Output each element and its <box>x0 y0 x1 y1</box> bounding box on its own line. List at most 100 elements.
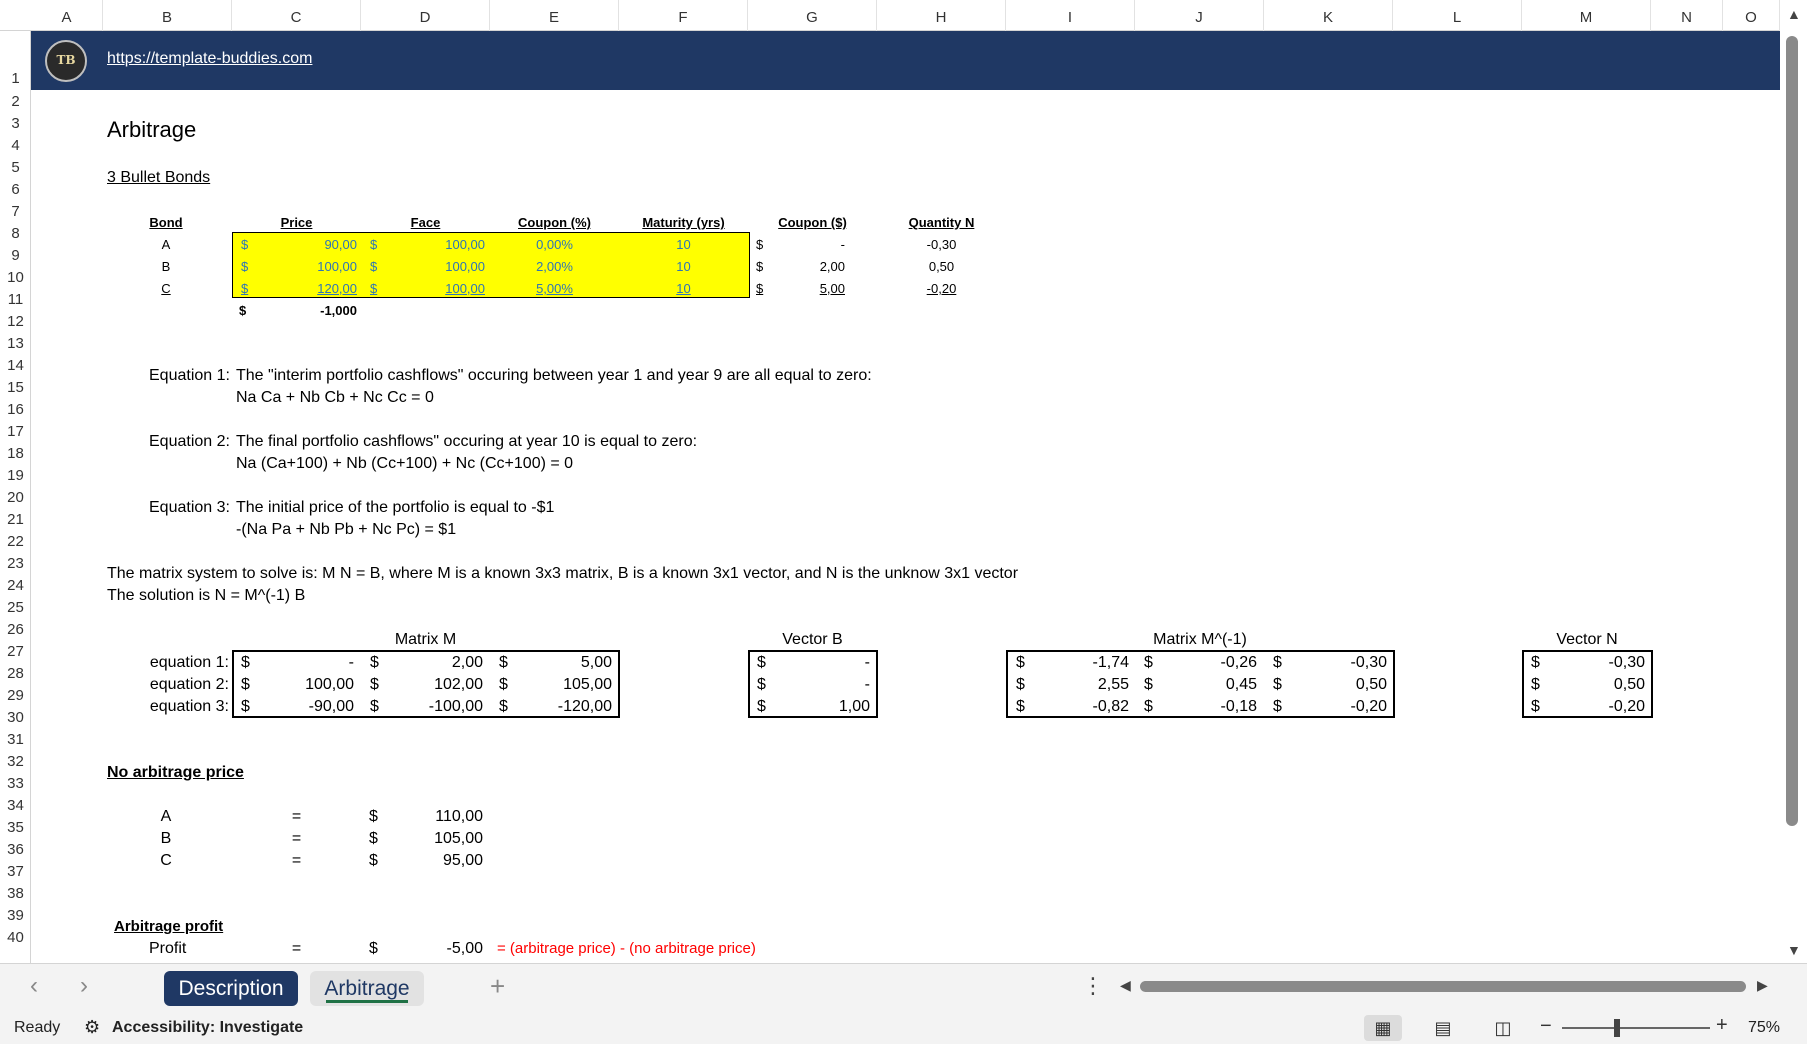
row-header[interactable]: 22 <box>0 533 31 550</box>
website-link[interactable]: https://template-buddies.com <box>107 50 312 68</box>
bond-b-maturity[interactable]: 10 <box>619 256 748 278</box>
bond-b-face[interactable]: 100,00 <box>391 256 485 278</box>
row-header[interactable]: 2 <box>0 93 31 110</box>
accessibility-status[interactable]: Accessibility: Investigate <box>112 1019 303 1037</box>
active-tab-indicator <box>326 1000 408 1003</box>
profit-value: -5,00 <box>446 940 483 957</box>
horizontal-scrollbar[interactable]: ◀ ▶ <box>1120 977 1770 994</box>
page-title: Arbitrage <box>107 117 197 142</box>
bond-c-maturity[interactable]: 10 <box>619 278 748 300</box>
page-break-preview-icon[interactable]: ◫ <box>1484 1015 1522 1041</box>
accessibility-icon[interactable]: ⚙ <box>84 1017 100 1038</box>
bond-a-face[interactable]: 100,00 <box>391 234 485 256</box>
matrix-row-label: equation 3: <box>149 698 229 715</box>
row-header[interactable]: 29 <box>0 687 31 704</box>
row-header[interactable]: 3 <box>0 115 31 132</box>
normal-view-icon[interactable]: ▦ <box>1364 1015 1402 1041</box>
row-header[interactable]: 40 <box>0 929 31 946</box>
row-header[interactable]: 17 <box>0 423 31 440</box>
row-header[interactable]: 12 <box>0 313 31 330</box>
column-header-k[interactable]: K <box>1264 0 1393 31</box>
row-header[interactable]: 13 <box>0 335 31 352</box>
row-header[interactable]: 14 <box>0 357 31 374</box>
row-header[interactable]: 9 <box>0 247 31 264</box>
vertical-scroll-thumb[interactable] <box>1786 36 1798 826</box>
column-header-n[interactable]: N <box>1651 0 1723 31</box>
column-header-j[interactable]: J <box>1135 0 1264 31</box>
row-header[interactable]: 10 <box>0 269 31 286</box>
row-header[interactable]: 32 <box>0 753 31 770</box>
zoom-out-icon[interactable]: − <box>1540 1015 1552 1038</box>
zoom-level[interactable]: 75% <box>1748 1019 1780 1037</box>
tab-description[interactable]: Description <box>164 971 298 1006</box>
row-header[interactable]: 24 <box>0 577 31 594</box>
row-header[interactable]: 11 <box>0 291 31 308</box>
row-header[interactable]: 25 <box>0 599 31 616</box>
equation-3-label: Equation 3: <box>149 499 230 516</box>
row-header[interactable]: 8 <box>0 225 31 242</box>
row-header[interactable]: 6 <box>0 181 31 198</box>
zoom-slider[interactable] <box>1562 1027 1710 1029</box>
bond-c-face[interactable]: 100,00 <box>391 278 485 300</box>
column-header-e[interactable]: E <box>490 0 619 31</box>
matrix-m-cell: -100,00 <box>428 698 483 715</box>
bond-a-coupon-pct[interactable]: 0,00% <box>490 234 619 256</box>
no-arb-price-a: 110,00 <box>435 808 483 825</box>
page-layout-icon[interactable]: ▤ <box>1424 1015 1462 1041</box>
row-header[interactable]: 35 <box>0 819 31 836</box>
row-header[interactable]: 4 <box>0 137 31 154</box>
row-header[interactable]: 21 <box>0 511 31 528</box>
row-header[interactable]: 23 <box>0 555 31 572</box>
row-header[interactable]: 38 <box>0 885 31 902</box>
row-header[interactable]: 36 <box>0 841 31 858</box>
row-header[interactable]: 31 <box>0 731 31 748</box>
row-header[interactable]: 19 <box>0 467 31 484</box>
column-header-g[interactable]: G <box>748 0 877 31</box>
column-header-h[interactable]: H <box>877 0 1006 31</box>
bond-a-maturity[interactable]: 10 <box>619 234 748 256</box>
bond-c-coupon-pct[interactable]: 5,00% <box>490 278 619 300</box>
row-header[interactable]: 30 <box>0 709 31 726</box>
column-header-i[interactable]: I <box>1006 0 1135 31</box>
column-header-d[interactable]: D <box>361 0 490 31</box>
column-header-l[interactable]: L <box>1393 0 1522 31</box>
scroll-down-icon[interactable]: ▼ <box>1787 942 1801 958</box>
row-header[interactable]: 26 <box>0 621 31 638</box>
scroll-left-icon[interactable]: ◀ <box>1120 977 1131 994</box>
chevron-left-icon[interactable]: ‹ <box>30 972 38 1000</box>
add-sheet-icon[interactable]: + <box>490 971 505 1002</box>
column-header-f[interactable]: F <box>619 0 748 31</box>
bond-a-price[interactable]: 90,00 <box>261 234 357 256</box>
row-header[interactable]: 5 <box>0 159 31 176</box>
row-header[interactable]: 1 <box>0 70 31 87</box>
row-header[interactable]: 37 <box>0 863 31 880</box>
column-header-a[interactable]: A <box>31 0 103 31</box>
bond-c-price[interactable]: 120,00 <box>261 278 357 300</box>
vertical-scrollbar[interactable]: ▲ ▼ <box>1780 0 1807 963</box>
column-header-b[interactable]: B <box>103 0 232 31</box>
row-header[interactable]: 28 <box>0 665 31 682</box>
row-header[interactable]: 39 <box>0 907 31 924</box>
more-options-icon[interactable]: ⋮ <box>1082 973 1104 999</box>
bond-b-coupon-pct[interactable]: 2,00% <box>490 256 619 278</box>
column-header-c[interactable]: C <box>232 0 361 31</box>
zoom-slider-thumb[interactable] <box>1614 1019 1620 1037</box>
scroll-up-icon[interactable]: ▲ <box>1787 6 1801 22</box>
equation-2-text: The final portfolio cashflows" occuring … <box>236 433 698 450</box>
row-header[interactable]: 33 <box>0 775 31 792</box>
worksheet-grid[interactable]: TB https://template-buddies.com Arbitrag… <box>31 31 1780 963</box>
scroll-right-icon[interactable]: ▶ <box>1757 977 1768 994</box>
row-header[interactable]: 7 <box>0 203 31 220</box>
row-header[interactable]: 20 <box>0 489 31 506</box>
row-header[interactable]: 27 <box>0 643 31 660</box>
row-header[interactable]: 34 <box>0 797 31 814</box>
column-header-o[interactable]: O <box>1723 0 1780 31</box>
horizontal-scroll-thumb[interactable] <box>1140 981 1746 992</box>
bond-b-price[interactable]: 100,00 <box>261 256 357 278</box>
column-header-m[interactable]: M <box>1522 0 1651 31</box>
chevron-right-icon[interactable]: › <box>80 972 88 1000</box>
row-header[interactable]: 16 <box>0 401 31 418</box>
zoom-in-icon[interactable]: + <box>1716 1014 1728 1037</box>
row-header[interactable]: 18 <box>0 445 31 462</box>
row-header[interactable]: 15 <box>0 379 31 396</box>
